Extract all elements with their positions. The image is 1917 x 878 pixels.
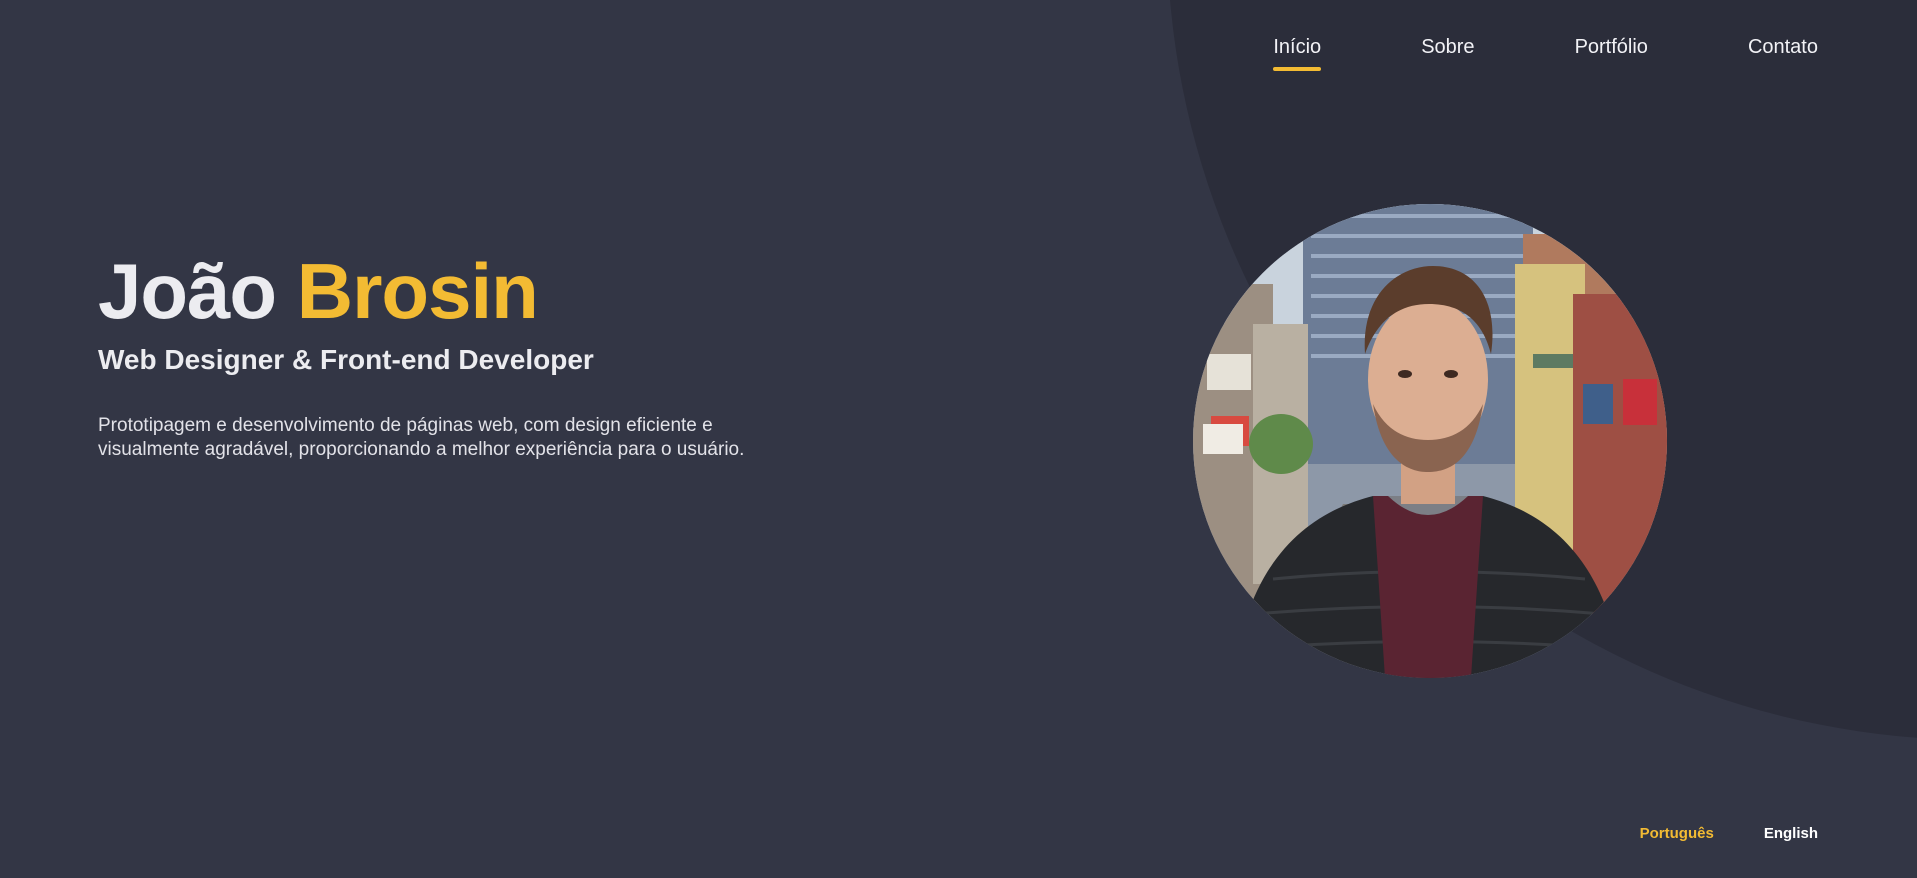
main-nav: Início Sobre Portfólio Contato [1273,36,1818,71]
lang-english[interactable]: English [1764,825,1818,842]
hero-last-name: Brosin [296,247,539,335]
nav-link-inicio[interactable]: Início [1273,36,1321,71]
nav-link-contato[interactable]: Contato [1748,36,1818,71]
hero-role: Web Designer & Front-end Developer [98,344,594,375]
profile-photo-icon [1193,204,1667,678]
lang-portugues[interactable]: Português [1640,825,1714,842]
hero-first-name: João [98,247,277,335]
hero-section: João Brosin Web Designer & Front-end Dev… [98,246,798,462]
hero-description: Prototipagem e desenvolvimento de página… [98,415,745,460]
page: Início Sobre Portfólio Contato João Bros… [0,0,1917,878]
language-switcher: Português English [1640,825,1818,842]
hero-name: João Brosin [98,246,798,336]
profile-photo [1193,204,1667,678]
nav-link-sobre[interactable]: Sobre [1421,36,1474,71]
nav-link-portfolio[interactable]: Portfólio [1575,36,1648,71]
